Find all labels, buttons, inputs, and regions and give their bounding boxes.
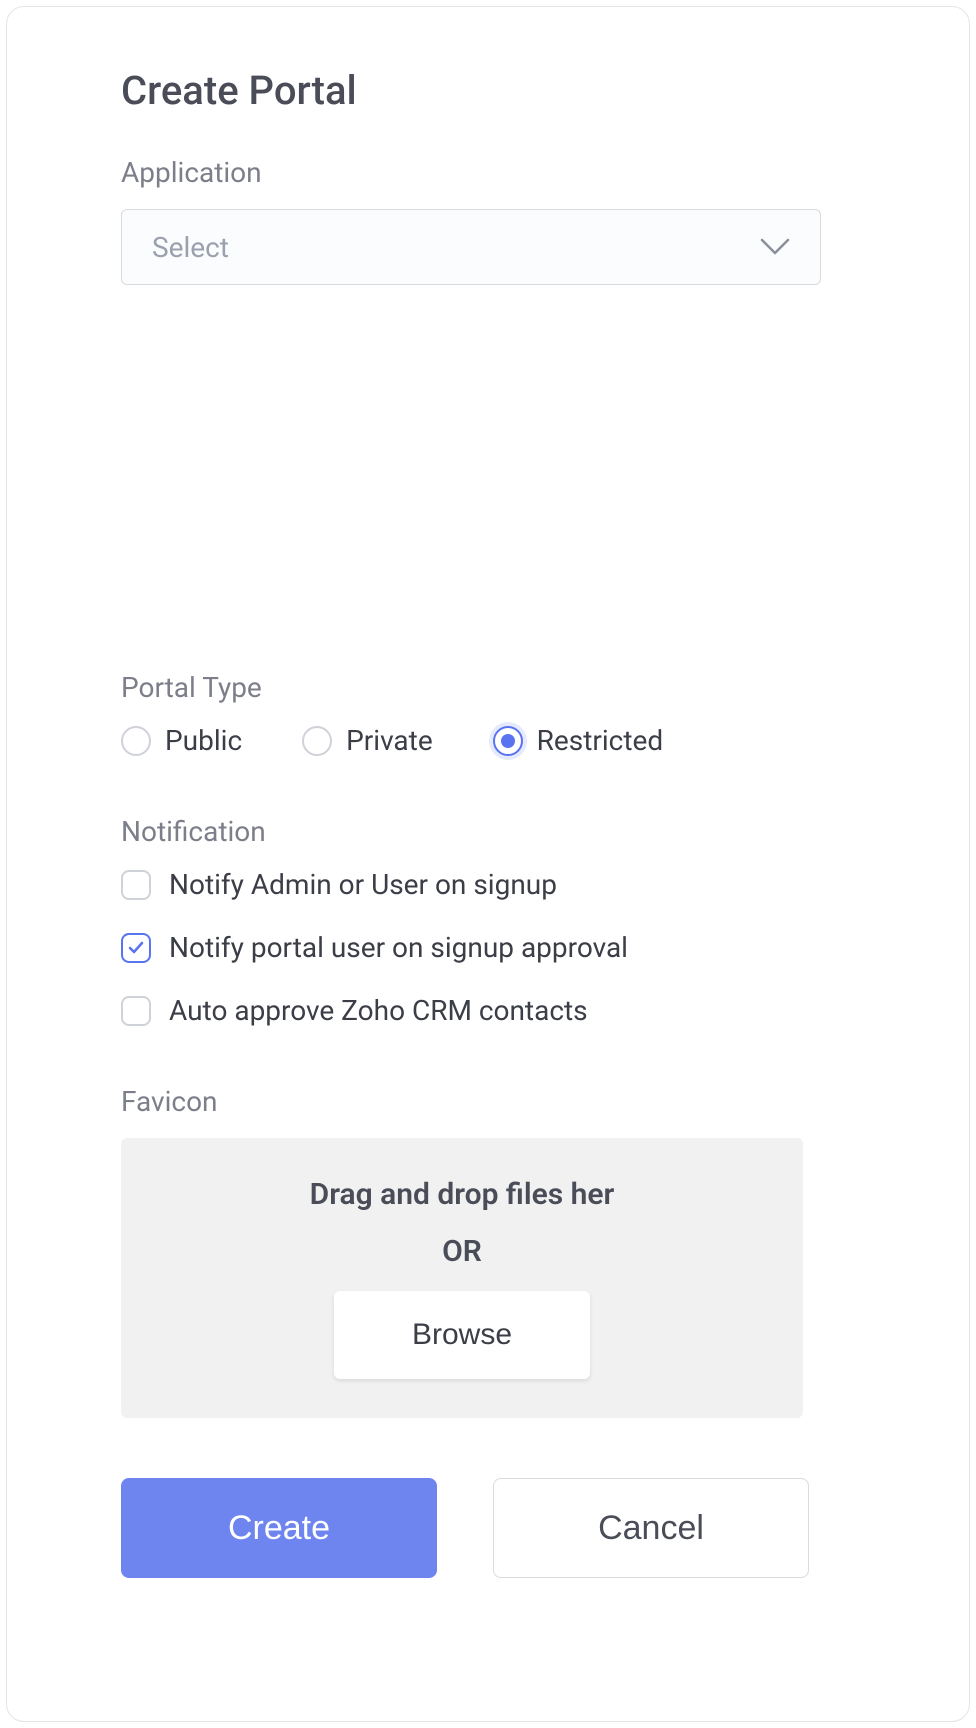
create-button[interactable]: Create: [121, 1478, 437, 1578]
portal-type-label: Portal Type: [121, 671, 855, 704]
checkbox-auto-approve[interactable]: Auto approve Zoho CRM contacts: [121, 994, 855, 1027]
notification-label: Notification: [121, 815, 855, 848]
portal-type-section: Portal Type Public Private Restricted: [121, 671, 855, 757]
radio-circle-icon: [121, 726, 151, 756]
checkbox-label: Auto approve Zoho CRM contacts: [169, 994, 588, 1027]
favicon-section: Favicon Drag and drop files her OR Brows…: [121, 1085, 855, 1418]
cancel-button[interactable]: Cancel: [493, 1478, 809, 1578]
dropzone-or: OR: [442, 1234, 482, 1269]
favicon-label: Favicon: [121, 1085, 855, 1118]
radio-circle-icon: [302, 726, 332, 756]
application-select[interactable]: Select: [121, 209, 821, 285]
dropzone-text: Drag and drop files her: [310, 1177, 615, 1212]
application-label: Application: [121, 156, 855, 189]
notification-options: Notify Admin or User on signup Notify po…: [121, 868, 855, 1027]
checkbox-label: Notify Admin or User on signup: [169, 868, 557, 901]
favicon-dropzone[interactable]: Drag and drop files her OR Browse: [121, 1138, 803, 1418]
create-portal-panel: Create Portal Application Select Portal …: [6, 6, 970, 1722]
radio-public[interactable]: Public: [121, 724, 242, 757]
radio-restricted[interactable]: Restricted: [493, 724, 663, 757]
radio-private[interactable]: Private: [302, 724, 433, 757]
application-field: Application Select: [121, 156, 855, 285]
radio-label: Private: [346, 724, 433, 757]
browse-button[interactable]: Browse: [334, 1291, 590, 1379]
radio-label: Public: [165, 724, 242, 757]
radio-circle-icon: [493, 726, 523, 756]
checkbox-box-icon: [121, 996, 151, 1026]
page-title: Create Portal: [121, 67, 855, 114]
checkbox-notify-portal-user[interactable]: Notify portal user on signup approval: [121, 931, 855, 964]
portal-type-options: Public Private Restricted: [121, 724, 855, 757]
checkbox-box-icon: [121, 933, 151, 963]
radio-label: Restricted: [537, 724, 663, 757]
chevron-down-icon: [760, 238, 790, 256]
checkbox-notify-admin[interactable]: Notify Admin or User on signup: [121, 868, 855, 901]
notification-section: Notification Notify Admin or User on sig…: [121, 815, 855, 1027]
action-row: Create Cancel: [121, 1478, 855, 1578]
checkbox-label: Notify portal user on signup approval: [169, 931, 628, 964]
application-placeholder: Select: [152, 231, 229, 264]
checkbox-box-icon: [121, 870, 151, 900]
